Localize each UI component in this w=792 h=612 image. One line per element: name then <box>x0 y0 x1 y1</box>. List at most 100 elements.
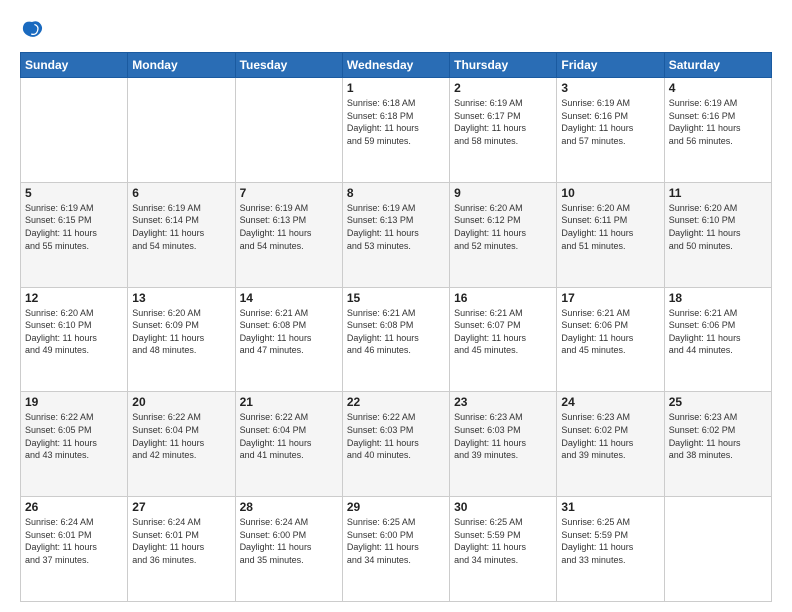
day-number: 30 <box>454 500 552 514</box>
calendar-cell: 21 Sunrise: 6:22 AM Sunset: 6:04 PM Dayli… <box>235 392 342 497</box>
calendar-cell: 2 Sunrise: 6:19 AM Sunset: 6:17 PM Daylig… <box>450 78 557 183</box>
calendar-cell: 7 Sunrise: 6:19 AM Sunset: 6:13 PM Daylig… <box>235 182 342 287</box>
day-number: 19 <box>25 395 123 409</box>
day-info: Sunrise: 6:19 AM Sunset: 6:13 PM Dayligh… <box>347 202 445 252</box>
day-number: 2 <box>454 81 552 95</box>
day-number: 13 <box>132 291 230 305</box>
calendar-cell: 11 Sunrise: 6:20 AM Sunset: 6:10 PM Dayli… <box>664 182 771 287</box>
day-info: Sunrise: 6:20 AM Sunset: 6:10 PM Dayligh… <box>669 202 767 252</box>
weekday-header-thursday: Thursday <box>450 53 557 78</box>
day-info: Sunrise: 6:19 AM Sunset: 6:16 PM Dayligh… <box>561 97 659 147</box>
day-info: Sunrise: 6:20 AM Sunset: 6:12 PM Dayligh… <box>454 202 552 252</box>
day-info: Sunrise: 6:21 AM Sunset: 6:06 PM Dayligh… <box>669 307 767 357</box>
day-number: 28 <box>240 500 338 514</box>
weekday-header-wednesday: Wednesday <box>342 53 449 78</box>
day-number: 16 <box>454 291 552 305</box>
day-info: Sunrise: 6:19 AM Sunset: 6:15 PM Dayligh… <box>25 202 123 252</box>
day-info: Sunrise: 6:24 AM Sunset: 6:01 PM Dayligh… <box>25 516 123 566</box>
day-info: Sunrise: 6:19 AM Sunset: 6:16 PM Dayligh… <box>669 97 767 147</box>
day-number: 12 <box>25 291 123 305</box>
calendar-cell: 23 Sunrise: 6:23 AM Sunset: 6:03 PM Dayli… <box>450 392 557 497</box>
day-number: 1 <box>347 81 445 95</box>
calendar-cell: 14 Sunrise: 6:21 AM Sunset: 6:08 PM Dayli… <box>235 287 342 392</box>
day-info: Sunrise: 6:22 AM Sunset: 6:04 PM Dayligh… <box>240 411 338 461</box>
day-number: 27 <box>132 500 230 514</box>
day-info: Sunrise: 6:23 AM Sunset: 6:02 PM Dayligh… <box>669 411 767 461</box>
day-info: Sunrise: 6:25 AM Sunset: 5:59 PM Dayligh… <box>561 516 659 566</box>
calendar-cell: 31 Sunrise: 6:25 AM Sunset: 5:59 PM Dayli… <box>557 497 664 602</box>
day-number: 23 <box>454 395 552 409</box>
calendar-cell <box>664 497 771 602</box>
day-number: 24 <box>561 395 659 409</box>
calendar-cell: 12 Sunrise: 6:20 AM Sunset: 6:10 PM Dayli… <box>21 287 128 392</box>
day-number: 18 <box>669 291 767 305</box>
day-info: Sunrise: 6:21 AM Sunset: 6:06 PM Dayligh… <box>561 307 659 357</box>
day-info: Sunrise: 6:21 AM Sunset: 6:08 PM Dayligh… <box>240 307 338 357</box>
day-info: Sunrise: 6:18 AM Sunset: 6:18 PM Dayligh… <box>347 97 445 147</box>
day-info: Sunrise: 6:21 AM Sunset: 6:08 PM Dayligh… <box>347 307 445 357</box>
calendar-cell: 13 Sunrise: 6:20 AM Sunset: 6:09 PM Dayli… <box>128 287 235 392</box>
calendar-cell: 24 Sunrise: 6:23 AM Sunset: 6:02 PM Dayli… <box>557 392 664 497</box>
day-info: Sunrise: 6:20 AM Sunset: 6:09 PM Dayligh… <box>132 307 230 357</box>
logo-icon <box>20 18 44 42</box>
day-info: Sunrise: 6:22 AM Sunset: 6:05 PM Dayligh… <box>25 411 123 461</box>
day-number: 3 <box>561 81 659 95</box>
day-number: 21 <box>240 395 338 409</box>
day-info: Sunrise: 6:19 AM Sunset: 6:13 PM Dayligh… <box>240 202 338 252</box>
day-info: Sunrise: 6:22 AM Sunset: 6:03 PM Dayligh… <box>347 411 445 461</box>
day-number: 9 <box>454 186 552 200</box>
day-info: Sunrise: 6:22 AM Sunset: 6:04 PM Dayligh… <box>132 411 230 461</box>
day-info: Sunrise: 6:24 AM Sunset: 6:00 PM Dayligh… <box>240 516 338 566</box>
day-number: 5 <box>25 186 123 200</box>
day-info: Sunrise: 6:25 AM Sunset: 6:00 PM Dayligh… <box>347 516 445 566</box>
day-info: Sunrise: 6:19 AM Sunset: 6:14 PM Dayligh… <box>132 202 230 252</box>
weekday-header-saturday: Saturday <box>664 53 771 78</box>
day-number: 7 <box>240 186 338 200</box>
day-number: 31 <box>561 500 659 514</box>
calendar-cell <box>128 78 235 183</box>
day-info: Sunrise: 6:19 AM Sunset: 6:17 PM Dayligh… <box>454 97 552 147</box>
calendar-cell: 18 Sunrise: 6:21 AM Sunset: 6:06 PM Dayli… <box>664 287 771 392</box>
day-number: 25 <box>669 395 767 409</box>
day-info: Sunrise: 6:24 AM Sunset: 6:01 PM Dayligh… <box>132 516 230 566</box>
weekday-header-tuesday: Tuesday <box>235 53 342 78</box>
day-info: Sunrise: 6:20 AM Sunset: 6:11 PM Dayligh… <box>561 202 659 252</box>
day-info: Sunrise: 6:23 AM Sunset: 6:03 PM Dayligh… <box>454 411 552 461</box>
calendar-cell: 22Sunrise: 6:22 AM Sunset: 6:03 PM Dayli… <box>342 392 449 497</box>
calendar-cell: 28 Sunrise: 6:24 AM Sunset: 6:00 PM Dayli… <box>235 497 342 602</box>
weekday-header-monday: Monday <box>128 53 235 78</box>
day-number: 20 <box>132 395 230 409</box>
calendar-cell: 1 Sunrise: 6:18 AM Sunset: 6:18 PM Daylig… <box>342 78 449 183</box>
calendar-cell: 30 Sunrise: 6:25 AM Sunset: 5:59 PM Dayli… <box>450 497 557 602</box>
day-number: 11 <box>669 186 767 200</box>
day-number: 4 <box>669 81 767 95</box>
calendar-cell: 15 Sunrise: 6:21 AM Sunset: 6:08 PM Dayli… <box>342 287 449 392</box>
day-info: Sunrise: 6:25 AM Sunset: 5:59 PM Dayligh… <box>454 516 552 566</box>
calendar-cell: 20 Sunrise: 6:22 AM Sunset: 6:04 PM Dayli… <box>128 392 235 497</box>
calendar-cell: 25 Sunrise: 6:23 AM Sunset: 6:02 PM Dayli… <box>664 392 771 497</box>
calendar-cell: 6 Sunrise: 6:19 AM Sunset: 6:14 PM Daylig… <box>128 182 235 287</box>
calendar-cell <box>235 78 342 183</box>
calendar-cell: 27 Sunrise: 6:24 AM Sunset: 6:01 PM Dayli… <box>128 497 235 602</box>
calendar-cell: 29Sunrise: 6:25 AM Sunset: 6:00 PM Dayli… <box>342 497 449 602</box>
day-info: Sunrise: 6:20 AM Sunset: 6:10 PM Dayligh… <box>25 307 123 357</box>
day-number: 8 <box>347 186 445 200</box>
calendar-cell: 9 Sunrise: 6:20 AM Sunset: 6:12 PM Daylig… <box>450 182 557 287</box>
day-number: 10 <box>561 186 659 200</box>
calendar-cell: 5 Sunrise: 6:19 AM Sunset: 6:15 PM Daylig… <box>21 182 128 287</box>
calendar-cell: 26 Sunrise: 6:24 AM Sunset: 6:01 PM Dayli… <box>21 497 128 602</box>
day-number: 14 <box>240 291 338 305</box>
day-number: 17 <box>561 291 659 305</box>
calendar-cell: 10 Sunrise: 6:20 AM Sunset: 6:11 PM Dayli… <box>557 182 664 287</box>
day-number: 15 <box>347 291 445 305</box>
weekday-header-friday: Friday <box>557 53 664 78</box>
day-info: Sunrise: 6:21 AM Sunset: 6:07 PM Dayligh… <box>454 307 552 357</box>
day-number: 6 <box>132 186 230 200</box>
day-info: Sunrise: 6:23 AM Sunset: 6:02 PM Dayligh… <box>561 411 659 461</box>
weekday-header-sunday: Sunday <box>21 53 128 78</box>
calendar: SundayMondayTuesdayWednesdayThursdayFrid… <box>20 52 772 602</box>
calendar-cell: 19 Sunrise: 6:22 AM Sunset: 6:05 PM Dayli… <box>21 392 128 497</box>
calendar-cell: 4 Sunrise: 6:19 AM Sunset: 6:16 PM Daylig… <box>664 78 771 183</box>
calendar-cell: 17 Sunrise: 6:21 AM Sunset: 6:06 PM Dayli… <box>557 287 664 392</box>
day-number: 26 <box>25 500 123 514</box>
